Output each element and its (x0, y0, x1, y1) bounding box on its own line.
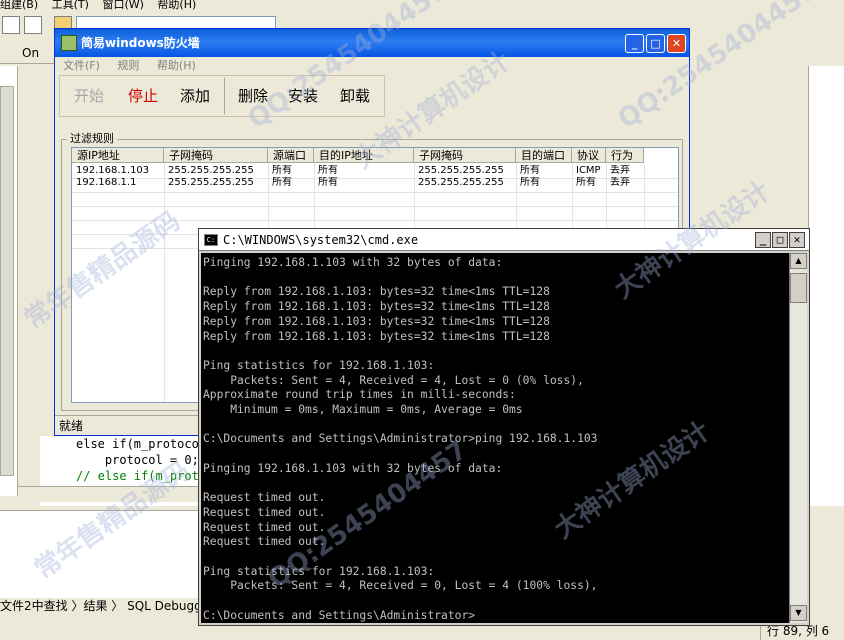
cmd-app-icon: C: (204, 234, 218, 246)
ide-file-tab[interactable]: On (22, 46, 39, 60)
ide-menu-build[interactable]: 组建(B) (0, 0, 38, 11)
add-button[interactable]: 添加 (180, 86, 210, 106)
scroll-up-arrow-icon[interactable]: ▲ (790, 253, 807, 269)
cell-dst-mask: 255.255.255.255 (418, 177, 504, 188)
cell-protocol: 所有 (576, 177, 596, 188)
cell-action: 丢弃 (610, 165, 630, 176)
cell-src-port: 所有 (272, 177, 292, 188)
console-line: Packets: Sent = 4, Received = 0, Lost = … (203, 579, 598, 593)
cmd-maximize-button[interactable]: □ (772, 232, 788, 248)
ide-menu-tools[interactable]: 工具(T) (52, 0, 89, 11)
cell-dst-port: 所有 (520, 165, 540, 176)
grid-line (164, 163, 165, 402)
firewall-titlebar[interactable]: 简易windows防火墙 _ □ ✕ (55, 29, 689, 57)
firewall-app-icon (61, 35, 77, 51)
console-line: Request timed out. (203, 505, 326, 519)
ide-menu-window[interactable]: 窗口(W) (102, 0, 143, 11)
col-header-src-mask[interactable]: 子网掩码 (164, 148, 268, 163)
scroll-down-arrow-icon[interactable]: ▼ (790, 605, 807, 621)
firewall-menubar: 文件(F) 规则 帮助(H) (55, 57, 689, 75)
cell-action: 丢弃 (610, 177, 630, 188)
menu-help[interactable]: 帮助(H) (157, 59, 196, 72)
workspace-icon[interactable] (2, 16, 20, 34)
col-header-src-port[interactable]: 源端口 (268, 148, 314, 163)
start-button[interactable]: 开始 (74, 86, 104, 106)
cell-dst-mask: 255.255.255.255 (418, 165, 504, 176)
close-button[interactable]: ✕ (667, 34, 686, 53)
col-header-dst-mask[interactable]: 子网掩码 (414, 148, 516, 163)
cell-src-ip: 192.168.1.103 (76, 165, 150, 176)
ide-output-pane (0, 510, 200, 598)
code-line: // else if(m_protoco (76, 469, 210, 483)
ide-right-pane (808, 66, 844, 506)
cmd-titlebar[interactable]: C: C:\WINDOWS\system32\cmd.exe _ □ ✕ (199, 229, 809, 251)
cmd-close-button[interactable]: ✕ (789, 232, 805, 248)
ide-output-tabs[interactable]: 文件2中查找 〉结果 〉 SQL Debugg (0, 598, 200, 616)
stop-button[interactable]: 停止 (128, 86, 158, 106)
console-line: Ping statistics for 192.168.1.103: (203, 564, 435, 578)
firewall-title: 简易windows防火墙 (81, 36, 200, 50)
console-line: Pinging 192.168.1.103 with 32 bytes of d… (203, 461, 503, 475)
console-line: Approximate round trip times in milli-se… (203, 388, 516, 402)
filter-rules-label: 过滤规则 (67, 132, 117, 146)
cmd-console-output[interactable]: Pinging 192.168.1.103 with 32 bytes of d… (201, 253, 789, 623)
console-line: C:\Documents and Settings\Administrator> (203, 608, 476, 622)
console-line: C:\Documents and Settings\Administrator>… (203, 432, 598, 446)
console-line: Request timed out. (203, 491, 326, 505)
uninstall-button[interactable]: 卸载 (340, 86, 370, 106)
code-line: else if(m_protoco (76, 437, 199, 451)
console-line: Pinging 192.168.1.103 with 32 bytes of d… (203, 256, 503, 269)
console-line: Reply from 192.168.1.103: bytes=32 time<… (203, 300, 550, 314)
ide-code-hscrollbar[interactable] (18, 486, 200, 502)
console-line: Reply from 192.168.1.103: bytes=32 time<… (203, 329, 550, 343)
cmd-window: C: C:\WINDOWS\system32\cmd.exe _ □ ✕ Pin… (198, 228, 810, 626)
cell-dst-ip: 所有 (318, 165, 338, 176)
firewall-toolbar: 开始 停止 添加 删除 安装 卸载 (59, 75, 385, 117)
maximize-button[interactable]: □ (646, 34, 665, 53)
cell-dst-ip: 所有 (318, 177, 338, 188)
cmd-title: C:\WINDOWS\system32\cmd.exe (223, 233, 419, 247)
col-header-src-ip[interactable]: 源IP地址 (72, 148, 164, 163)
menu-rules[interactable]: 规则 (117, 59, 139, 72)
col-header-dst-port[interactable]: 目的端口 (516, 148, 572, 163)
cell-src-port: 所有 (272, 165, 292, 176)
menu-file[interactable]: 文件(F) (63, 59, 100, 72)
cmd-scrollbar[interactable]: ▲ ▼ (789, 253, 807, 623)
console-line: Reply from 192.168.1.103: bytes=32 time<… (203, 285, 550, 299)
col-header-action[interactable]: 行为 (606, 148, 644, 163)
cell-src-mask: 255.255.255.255 (168, 165, 254, 176)
console-line: Ping statistics for 192.168.1.103: (203, 358, 435, 372)
console-line: Request timed out. (203, 535, 326, 549)
cmd-minimize-button[interactable]: _ (755, 232, 771, 248)
code-line: protocol = 0; (76, 453, 199, 467)
scroll-thumb[interactable] (790, 273, 807, 303)
ide-menu-help[interactable]: 帮助(H) (157, 0, 196, 11)
console-line: Request timed out. (203, 520, 326, 534)
ide-menubar: 组建(B) 工具(T) 窗口(W) 帮助(H) (0, 0, 844, 12)
cell-protocol: ICMP (576, 165, 601, 176)
toolbar-separator (224, 78, 225, 114)
delete-button[interactable]: 删除 (238, 86, 268, 106)
console-line: Minimum = 0ms, Maximum = 0ms, Average = … (203, 403, 523, 417)
col-header-protocol[interactable]: 协议 (572, 148, 606, 163)
ide-workspace-scrollbar[interactable] (0, 86, 14, 476)
console-line: Packets: Sent = 4, Received = 4, Lost = … (203, 373, 584, 387)
cell-src-mask: 255.255.255.255 (168, 177, 254, 188)
output-icon[interactable] (24, 16, 42, 34)
install-button[interactable]: 安装 (288, 86, 318, 106)
cell-dst-port: 所有 (520, 177, 540, 188)
col-header-dst-ip[interactable]: 目的IP地址 (314, 148, 414, 163)
console-line: Reply from 192.168.1.103: bytes=32 time<… (203, 314, 550, 328)
cell-src-ip: 192.168.1.1 (76, 177, 137, 188)
minimize-button[interactable]: _ (625, 34, 644, 53)
